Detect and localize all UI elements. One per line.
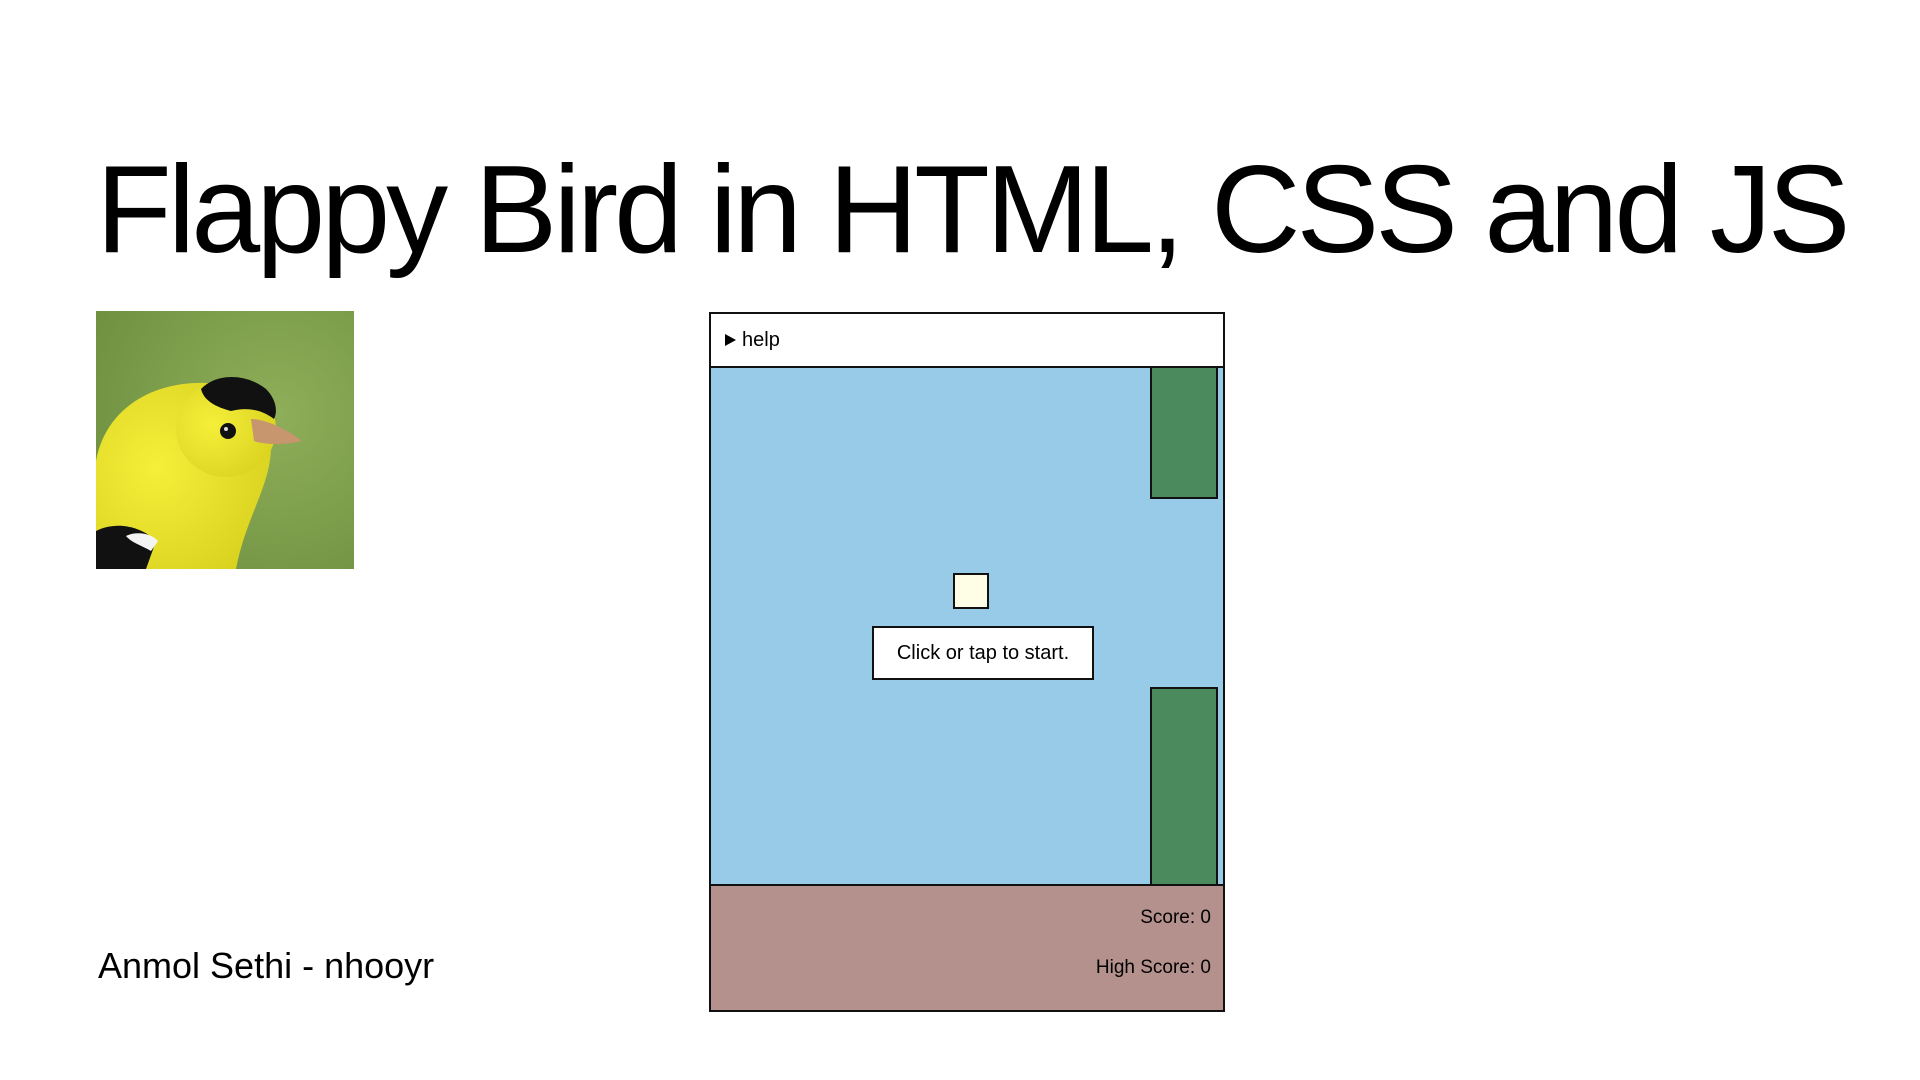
author-credit: Anmol Sethi - nhooyr [98,945,435,986]
score-text: Score: 0 [1140,907,1211,928]
slide-title: Flappy Bird in HTML, CSS and JS [96,141,1850,279]
pipe-top [1150,368,1218,499]
help-label: help [742,329,780,351]
help-disclosure[interactable]: help [711,314,1223,368]
goldfinch-photo [96,311,354,569]
disclosure-triangle-icon [725,334,736,346]
pipe-bottom [1150,687,1218,884]
ground-panel: Score: 0 High Score: 0 [711,884,1223,1010]
flappy-game[interactable]: help Click or tap to start. Score: 0 Hig… [709,312,1225,1012]
bird [953,573,989,609]
game-sky-area[interactable]: Click or tap to start. [711,368,1223,884]
slide: Flappy Bird in HTML, CSS and JS Anmol Se… [0,0,1920,1080]
high-score-text: High Score: 0 [1095,957,1211,978]
start-prompt[interactable]: Click or tap to start. [872,626,1094,680]
